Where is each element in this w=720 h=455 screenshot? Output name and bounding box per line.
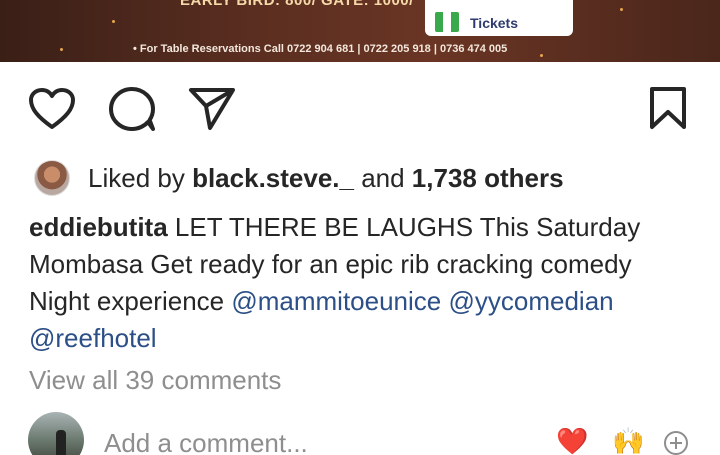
ticket-logo-icon — [435, 12, 459, 32]
current-user-avatar — [28, 412, 84, 455]
likes-prefix: Liked by — [88, 162, 193, 193]
mention-link[interactable]: @reefhotel — [29, 323, 157, 353]
heart-outline-icon[interactable] — [28, 87, 76, 131]
post-caption: eddiebutita LET THERE BE LAUGHS This Sat… — [29, 209, 699, 357]
avatar-figure — [56, 430, 66, 455]
poster-sparkle — [60, 48, 63, 51]
post-action-bar — [0, 82, 720, 138]
post-image-poster[interactable]: EARLY BIRD: 800/ GATE: 1000/ Tickets • F… — [0, 0, 720, 62]
comment-bubble-icon[interactable] — [108, 86, 156, 132]
likes-summary[interactable]: Liked by black.steve._ and 1,738 others — [34, 158, 564, 198]
poster-sparkle — [112, 20, 115, 23]
plus-circle-icon[interactable] — [663, 430, 689, 455]
mention-link[interactable]: @mammitoeunice — [231, 286, 441, 316]
view-all-comments-link[interactable]: View all 39 comments — [29, 365, 281, 396]
liker-avatar[interactable] — [34, 160, 70, 196]
paper-plane-icon[interactable] — [188, 87, 236, 131]
heart-emoji-button[interactable]: ❤️ — [556, 426, 588, 455]
bookmark-icon[interactable] — [648, 86, 688, 130]
raising-hands-emoji-button[interactable]: 🙌 — [612, 426, 644, 455]
likes-text: Liked by black.steve._ and 1,738 others — [88, 163, 564, 194]
likes-middle: and — [353, 162, 412, 193]
poster-tickets-label: Tickets — [470, 15, 518, 31]
likes-count[interactable]: 1,738 others — [412, 163, 564, 193]
liker-username[interactable]: black.steve._ — [192, 163, 354, 193]
mention-link[interactable]: @yycomedian — [448, 286, 613, 316]
poster-reservation-text: • For Table Reservations Call 0722 904 6… — [133, 43, 508, 55]
poster-price-text: EARLY BIRD: 800/ GATE: 1000/ — [180, 0, 414, 9]
poster-tickets-badge: Tickets — [425, 0, 573, 36]
add-comment-input[interactable]: Add a comment... — [104, 428, 308, 455]
poster-sparkle — [620, 8, 623, 11]
add-comment-bar: Add a comment... ❤️ 🙌 — [0, 412, 720, 455]
caption-username[interactable]: eddiebutita — [29, 212, 168, 242]
poster-sparkle — [540, 54, 543, 57]
